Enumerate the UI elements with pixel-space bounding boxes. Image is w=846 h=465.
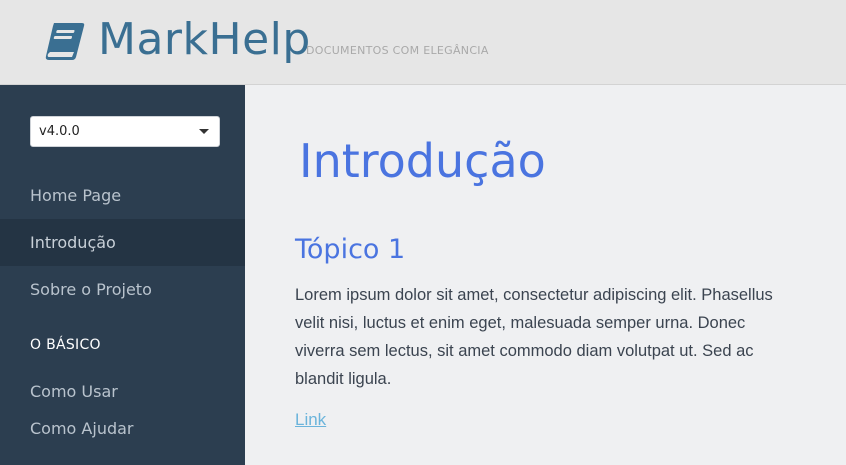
version-select-value: v4.0.0: [39, 124, 80, 139]
main-content: Introdução Tópico 1 Lorem ipsum dolor si…: [245, 85, 846, 465]
version-select[interactable]: v4.0.0: [30, 116, 220, 147]
site-tagline: DOCUMENTOS COM ELEGÂNCIA: [306, 44, 489, 57]
book-icon[interactable]: [44, 21, 86, 61]
topic-title: Tópico 1: [295, 234, 406, 265]
sidebar-section-title: O BÁSICO: [30, 337, 101, 353]
sidebar-item-como-ajudar[interactable]: Como Ajudar: [0, 405, 245, 452]
site-logo-text[interactable]: MarkHelp: [98, 14, 311, 66]
sidebar-item-introducao[interactable]: Introdução: [0, 219, 245, 266]
content-link[interactable]: Link: [295, 410, 326, 430]
site-header: MarkHelp DOCUMENTOS COM ELEGÂNCIA: [0, 0, 846, 85]
sidebar-item-sobre-o-projeto[interactable]: Sobre o Projeto: [0, 266, 245, 313]
chevron-down-icon: [199, 129, 209, 134]
page-title: Introdução: [299, 134, 546, 188]
sidebar-item-home[interactable]: Home Page: [0, 172, 245, 219]
topic-paragraph: Lorem ipsum dolor sit amet, consectetur …: [295, 286, 773, 388]
sidebar: v4.0.0 Home Page Introdução Sobre o Proj…: [0, 85, 245, 465]
